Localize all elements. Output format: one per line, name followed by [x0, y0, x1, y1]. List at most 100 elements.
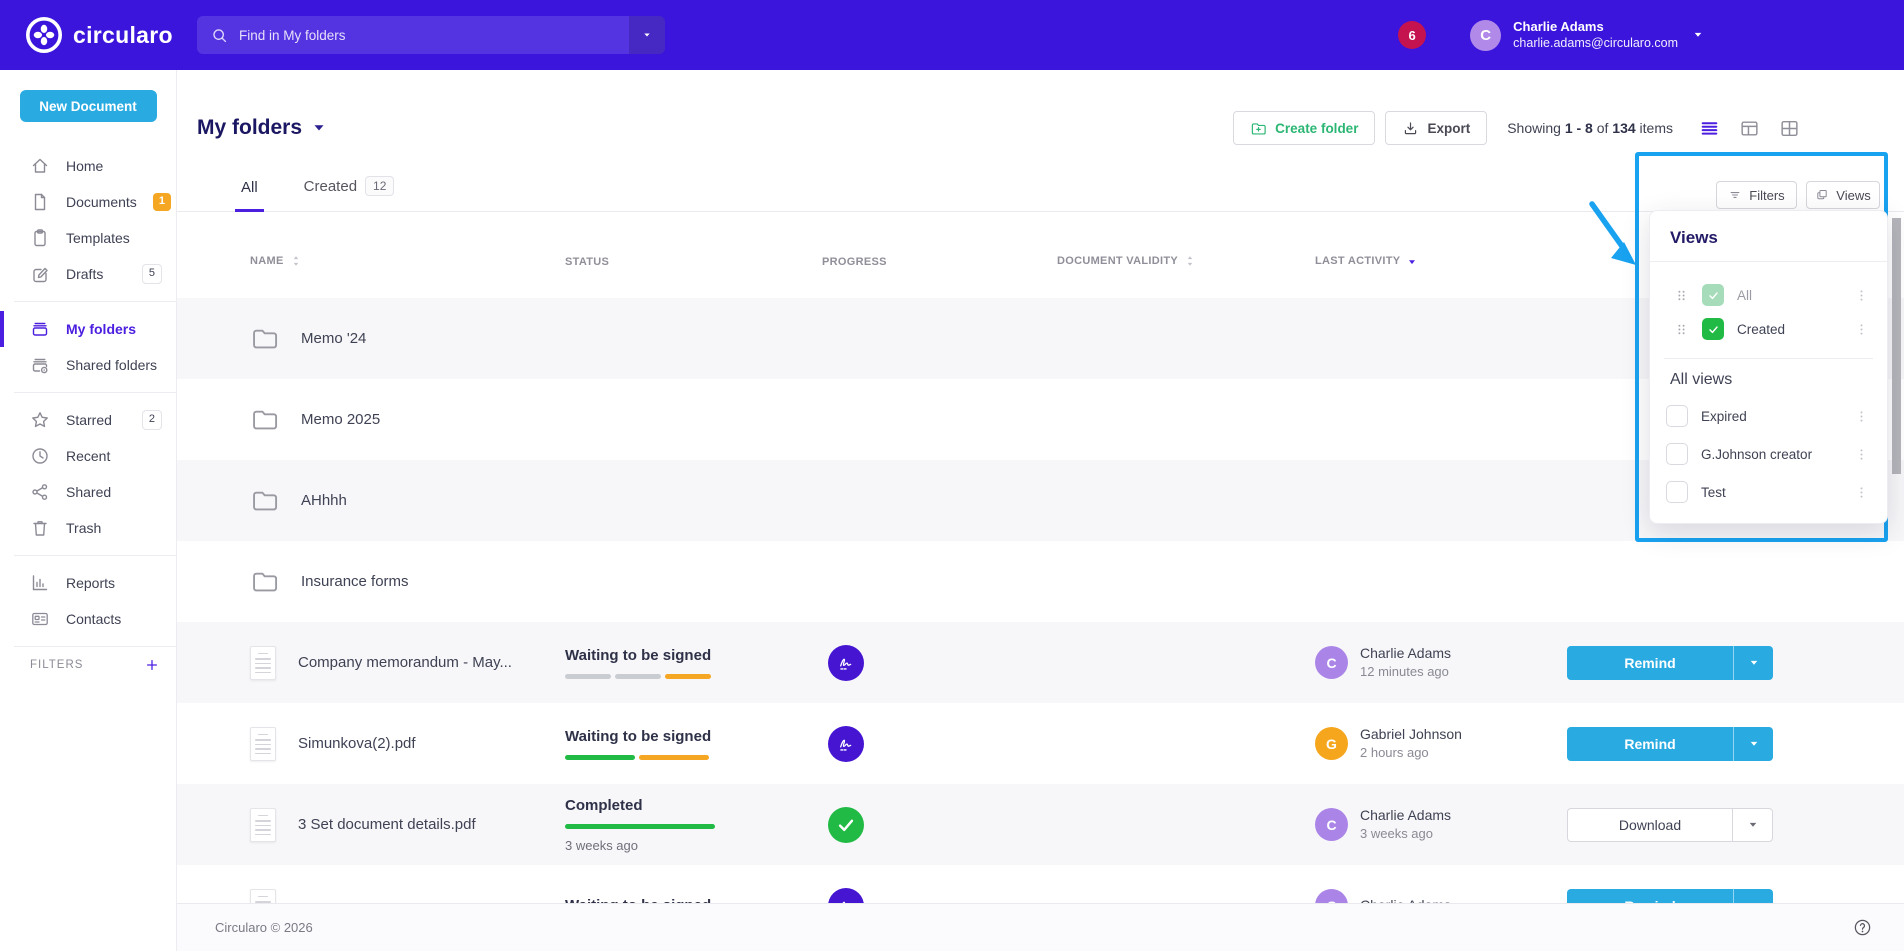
sidebar-item-my-folders[interactable]: My folders [0, 311, 176, 347]
view-item-test[interactable]: Test [1660, 473, 1877, 511]
remind-button[interactable]: Remind [1567, 646, 1773, 680]
checkbox-unchecked[interactable] [1666, 443, 1688, 465]
table-row[interactable]: Insurance forms [177, 541, 1904, 622]
sort-both-icon[interactable] [289, 254, 303, 268]
grid-view-icon[interactable] [1779, 118, 1800, 139]
showing-count: Showing 1 - 8 of 134 items [1507, 120, 1673, 136]
sidebar-item-recent[interactable]: Recent [0, 438, 176, 474]
sidebar-nav: Home Documents1TemplatesDrafts5 My folders… [0, 148, 176, 647]
app-logo[interactable]: circularo [26, 0, 173, 70]
column-header-document-validity[interactable]: DOCUMENT VALIDITY [1057, 254, 1315, 268]
column-header-last-activity[interactable]: LAST ACTIVITY [1315, 254, 1567, 268]
views-button[interactable]: Views [1806, 181, 1880, 209]
sidebar-item-home[interactable]: Home [0, 148, 176, 184]
sidebar-item-shared-folders[interactable]: Shared folders [0, 347, 176, 383]
table-row[interactable]: Memo 2025 [177, 379, 1904, 460]
drag-icon[interactable] [1674, 322, 1689, 337]
folder-icon [250, 486, 279, 515]
signature-icon [828, 726, 864, 762]
progress-bar [565, 755, 709, 760]
sidebar-item-documents[interactable]: Documents1 [0, 184, 176, 220]
sidebar-item-contacts[interactable]: Contacts [0, 601, 176, 637]
checkbox-unchecked[interactable] [1666, 481, 1688, 503]
search-scope-caret-icon[interactable] [629, 16, 665, 54]
dropdown-caret-icon[interactable] [1733, 646, 1773, 680]
sidebar-item-drafts[interactable]: Drafts5 [0, 256, 176, 292]
table-view-icon[interactable] [1739, 118, 1760, 139]
dropdown-caret-icon[interactable] [1732, 809, 1772, 841]
view-item-all[interactable]: All [1660, 278, 1877, 312]
sidebar-item-label: Trash [66, 520, 162, 536]
status-text: Waiting to be signed [565, 647, 711, 664]
view-item-created[interactable]: Created [1660, 312, 1877, 346]
kebab-icon[interactable] [1854, 447, 1869, 462]
table-row[interactable]: Simunkova(2).pdfWaiting to be signedGGab… [177, 703, 1904, 784]
activity-user-name: Charlie Adams [1360, 806, 1451, 825]
view-item-g-johnson-creator[interactable]: G.Johnson creator [1660, 435, 1877, 473]
kebab-icon[interactable] [1854, 322, 1869, 337]
sidebar-item-trash[interactable]: Trash [0, 510, 176, 546]
view-switcher [1699, 118, 1800, 139]
user-avatar[interactable]: C [1470, 20, 1501, 51]
sidebar-item-label: Home [66, 158, 162, 174]
tab-all[interactable]: All [223, 169, 276, 211]
filters-button[interactable]: Filters [1716, 181, 1797, 209]
column-header-progress[interactable]: PROGRESS [822, 256, 1057, 268]
tab-created[interactable]: Created12 [286, 166, 413, 211]
count-badge: 2 [142, 410, 162, 429]
scrollbar-thumb[interactable] [1892, 218, 1901, 474]
brand-name: circularo [73, 22, 173, 49]
checkbox-checked-icon[interactable] [1702, 284, 1724, 306]
table-header: NAMESTATUSPROGRESSDOCUMENT VALIDITYLAST … [177, 212, 1904, 298]
clock-icon [30, 446, 50, 466]
table-row[interactable]: AHhhh [177, 460, 1904, 541]
dropdown-caret-icon[interactable] [1733, 727, 1773, 761]
sidebar-item-starred[interactable]: Starred2 [0, 402, 176, 438]
main-content: My folders Create folder Export Showing … [177, 70, 1904, 951]
download-button[interactable]: Download [1567, 808, 1773, 842]
pinned-views-list: AllCreated [1650, 262, 1887, 350]
star-icon [30, 410, 50, 430]
global-search[interactable] [197, 16, 665, 54]
count-badge: 1 [153, 193, 171, 210]
kebab-icon[interactable] [1854, 485, 1869, 500]
notifications-badge[interactable]: 6 [1398, 21, 1426, 49]
search-icon [211, 27, 228, 44]
drag-icon[interactable] [1674, 288, 1689, 303]
new-document-button[interactable]: New Document [20, 90, 157, 122]
checkbox-checked-icon[interactable] [1702, 318, 1724, 340]
add-filter-icon[interactable] [144, 657, 160, 673]
page-header: My folders Create folder Export Showing … [177, 108, 1904, 148]
search-input[interactable] [239, 28, 629, 43]
completed-check-icon [828, 807, 864, 843]
kebab-icon[interactable] [1854, 288, 1869, 303]
user-name: Charlie Adams [1513, 18, 1678, 36]
sidebar-item-templates[interactable]: Templates [0, 220, 176, 256]
create-folder-button[interactable]: Create folder [1233, 111, 1375, 145]
view-item-expired[interactable]: Expired [1660, 397, 1877, 435]
user-avatar: G [1315, 727, 1348, 760]
tab-count-badge: 12 [365, 176, 394, 196]
table-row[interactable]: Company memorandum - May...Waiting to be… [177, 622, 1904, 703]
checkbox-unchecked[interactable] [1666, 405, 1688, 427]
filter-icon [1728, 188, 1742, 202]
sidebar: New Document Home Documents1TemplatesDraf… [0, 70, 177, 951]
user-menu-caret-icon[interactable] [1692, 29, 1704, 41]
sidebar-item-shared[interactable]: Shared [0, 474, 176, 510]
table-row[interactable]: Memo '24 [177, 298, 1904, 379]
file-icon [30, 192, 50, 212]
sidebar-filters-row: FILTERS [0, 657, 176, 673]
sort-desc-icon[interactable] [1405, 254, 1419, 268]
page-title[interactable]: My folders [197, 116, 326, 140]
export-button[interactable]: Export [1385, 111, 1487, 145]
table-row[interactable]: 3 Set document details.pdfCompleted3 wee… [177, 784, 1904, 865]
column-header-status[interactable]: STATUS [565, 256, 822, 268]
sidebar-item-reports[interactable]: Reports [0, 565, 176, 601]
list-view-icon[interactable] [1699, 118, 1720, 139]
help-icon[interactable] [1853, 918, 1872, 937]
sort-both-icon[interactable] [1183, 254, 1197, 268]
kebab-icon[interactable] [1854, 409, 1869, 424]
user-menu[interactable]: Charlie Adams charlie.adams@circularo.co… [1513, 18, 1678, 52]
column-header-name[interactable]: NAME [250, 254, 565, 268]
remind-button[interactable]: Remind [1567, 727, 1773, 761]
